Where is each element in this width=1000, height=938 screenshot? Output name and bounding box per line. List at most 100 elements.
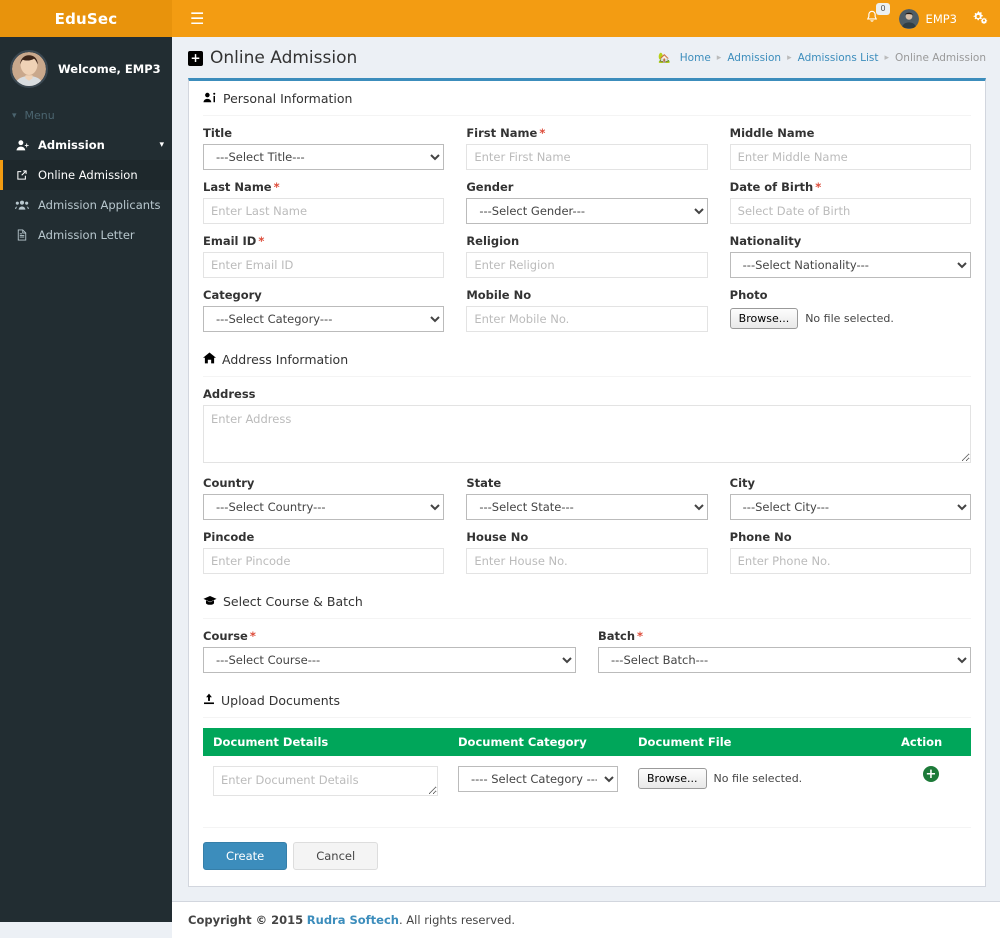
nationality-select[interactable]: ---Select Nationality--- (729, 252, 971, 278)
section-title: Select Course & Batch (223, 594, 363, 609)
sidebar-toggle-icon[interactable]: ☰ (182, 7, 212, 31)
required-marker: * (249, 629, 256, 643)
middle-name-input[interactable] (729, 144, 971, 170)
sidebar-menu-label: Menu (24, 109, 55, 122)
user-info-icon (203, 92, 217, 106)
last-name-input[interactable] (203, 198, 445, 224)
sidebar-item-label: Online Admission (38, 168, 138, 182)
page-title: + Online Admission (188, 48, 357, 68)
field-label: Middle Name (729, 126, 815, 140)
field-batch: Batch * ---Select Batch--- (598, 629, 971, 673)
field-label: Address (203, 387, 256, 401)
required-marker: * (539, 126, 546, 140)
date-of-birth-input[interactable] (729, 198, 971, 224)
title-select[interactable]: ---Select Title--- (203, 144, 445, 170)
create-button[interactable]: Create (203, 842, 288, 870)
field-label: Title (203, 126, 233, 140)
section-header-upload-documents: Upload Documents (203, 683, 971, 718)
sidebar-item-admission-letter[interactable]: Admission Letter (0, 220, 172, 250)
breadcrumb: 🏡 Home ▸ Admission ▸ Admissions List ▸ O… (658, 52, 986, 64)
file-status-label: No file selected. (713, 772, 803, 786)
sidebar-item-label: Admission Letter (38, 228, 135, 242)
top-navbar: ☰ 0 EMP3 (172, 0, 1000, 37)
cell-document-details (203, 756, 448, 828)
document-details-textarea[interactable] (213, 766, 438, 796)
page-body: Welcome, EMP3 ▾ Menu Admission ▾ Online … (0, 37, 1000, 938)
field-state: State ---Select State--- (466, 476, 708, 520)
field-nationality: Nationality ---Select Nationality--- (729, 234, 971, 278)
breadcrumb-separator: ▸ (787, 53, 792, 63)
page-title-text: Online Admission (210, 48, 358, 68)
address-textarea[interactable] (203, 405, 971, 463)
batch-select[interactable]: ---Select Batch--- (598, 647, 971, 673)
sidebar-item-admission-applicants[interactable]: Admission Applicants (0, 190, 172, 220)
first-name-input[interactable] (466, 144, 708, 170)
footer-company-link[interactable]: Rudra Softech (307, 913, 399, 927)
documents-table: Document Details Document Category Docum… (203, 728, 971, 828)
cancel-button[interactable]: Cancel (293, 842, 379, 870)
graduation-cap-icon (203, 595, 217, 609)
document-category-select[interactable]: ---- Select Category ---- (458, 766, 618, 792)
field-date-of-birth: Date of Birth * (729, 180, 971, 224)
breadcrumb-item-admissions-list[interactable]: Admissions List (798, 52, 879, 64)
form-row: Title ---Select Title--- First Name* Mid… (203, 126, 971, 170)
gender-select[interactable]: ---Select Gender--- (466, 198, 708, 224)
form-row: Email ID* Religion Nationality ---Select… (203, 234, 971, 278)
breadcrumb-item-admission[interactable]: Admission (727, 52, 781, 64)
browse-button[interactable]: Browse... (638, 768, 707, 790)
field-label: Mobile No (466, 288, 532, 302)
country-select[interactable]: ---Select Country--- (203, 494, 445, 520)
form-row: Last Name* Gender ---Select Gender--- Da… (203, 180, 971, 224)
field-label: Date of Birth * (729, 180, 822, 194)
field-gender: Gender ---Select Gender--- (466, 180, 708, 224)
gears-icon[interactable] (973, 10, 988, 28)
sidebar-item-admission[interactable]: Admission ▾ (0, 130, 172, 160)
brand-logo[interactable]: EduSec (0, 0, 172, 37)
mobile-no-input[interactable] (466, 306, 708, 332)
chevron-down-icon: ▾ (12, 110, 17, 121)
category-select[interactable]: ---Select Category--- (203, 306, 445, 332)
breadcrumb-separator: ▸ (716, 53, 722, 63)
column-header-document-file: Document File (628, 728, 891, 756)
religion-input[interactable] (466, 252, 708, 278)
browse-button[interactable]: Browse... (729, 308, 799, 330)
add-circle-icon[interactable]: + (923, 766, 939, 782)
section-title: Address Information (222, 352, 349, 367)
pincode-input[interactable] (203, 548, 445, 574)
plus-square-icon: + (188, 50, 203, 66)
field-label: Pincode (203, 530, 255, 544)
file-status-label: No file selected. (805, 312, 894, 326)
field-mobile-no: Mobile No (466, 288, 708, 332)
external-link-icon (15, 169, 29, 181)
user-name-label: EMP3 (925, 11, 957, 26)
form-row: Country ---Select Country--- State ---Se… (203, 476, 971, 520)
field-first-name: First Name * (466, 126, 708, 170)
email-input[interactable] (203, 252, 445, 278)
field-label: Religion (466, 234, 520, 248)
house-no-input[interactable] (466, 548, 708, 574)
course-select[interactable]: ---Select Course--- (203, 647, 576, 673)
home-icon (203, 352, 216, 367)
breadcrumb-item-home[interactable]: Home (680, 52, 711, 64)
form-row: Course * ---Select Course--- Batch * ---Se… (203, 629, 971, 673)
notification-count-badge: 0 (876, 3, 890, 15)
document-file-input[interactable]: Browse... No file selected. (638, 766, 881, 790)
field-house-no: House No (466, 530, 708, 574)
field-label: Country (203, 476, 255, 490)
chevron-down-icon: ▾ (159, 140, 164, 150)
user-menu[interactable]: EMP3 (898, 8, 957, 29)
field-label: Nationality (729, 234, 802, 248)
notifications-button[interactable]: 0 (861, 3, 890, 29)
phone-no-input[interactable] (729, 548, 971, 574)
field-label: Gender (466, 180, 514, 194)
state-select[interactable]: ---Select State--- (466, 494, 708, 520)
sidebar-item-online-admission[interactable]: Online Admission (0, 160, 172, 190)
field-label: Batch * (598, 629, 644, 643)
field-label: State (466, 476, 502, 490)
footer-rights: . All rights reserved. (398, 913, 516, 927)
city-select[interactable]: ---Select City--- (729, 494, 971, 520)
photo-file-input[interactable]: Browse... No file selected. (729, 306, 971, 330)
field-category: Category ---Select Category--- (203, 288, 445, 332)
field-photo: Photo Browse... No file selected. (729, 288, 971, 332)
form-row: Address (203, 387, 971, 466)
